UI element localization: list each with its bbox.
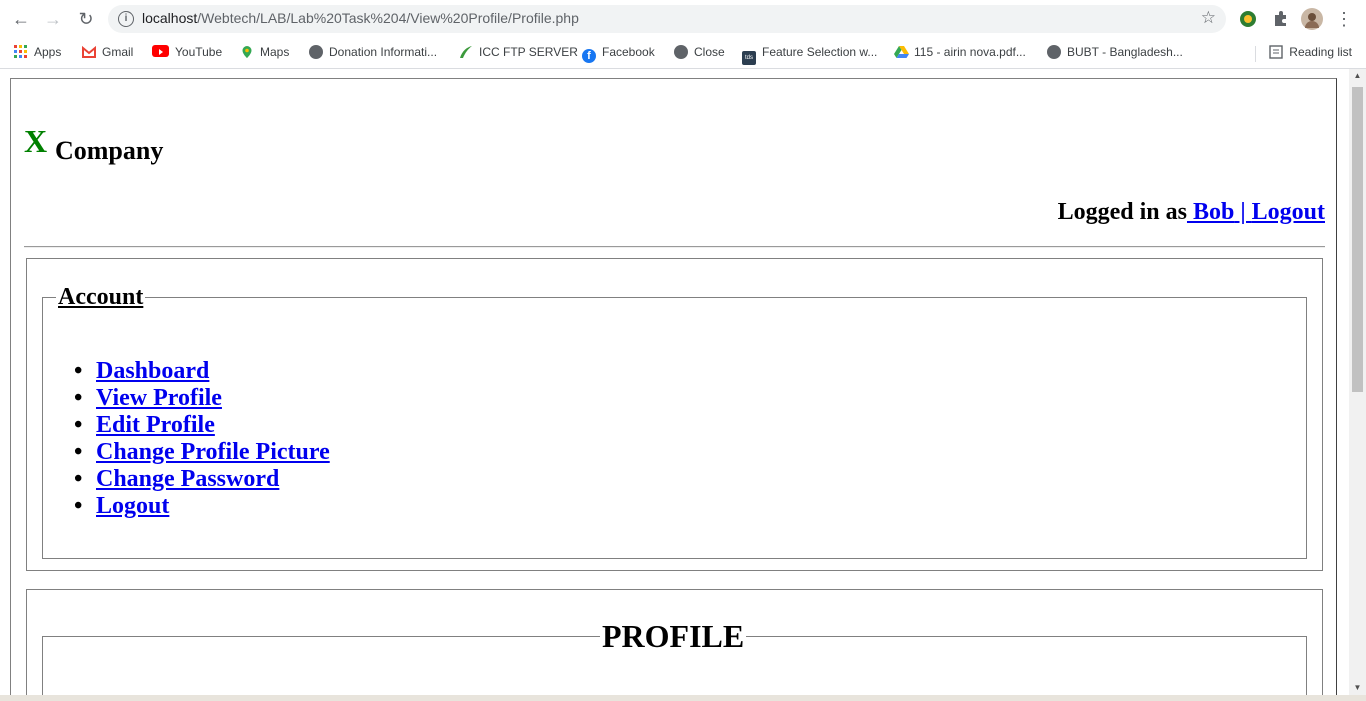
globe-icon — [309, 45, 323, 59]
logout-link[interactable]: Logout — [96, 493, 169, 519]
menu-item-dashboard: Dashboard — [74, 358, 330, 385]
reload-icon[interactable]: ↻ — [74, 8, 98, 30]
globe-icon — [674, 45, 688, 59]
menu-item-logout: Logout — [74, 493, 330, 520]
taskbar-edge — [0, 695, 1366, 701]
kebab-menu-icon[interactable]: ⋮ — [1332, 8, 1356, 30]
page-viewport: X Company Logged in as Bob | Logout Acco… — [0, 69, 1349, 695]
drive-icon — [894, 45, 909, 59]
bookmark-feature-selection[interactable]: tds Feature Selection w... — [742, 43, 877, 65]
account-legend: Account — [56, 284, 146, 311]
reading-list-button[interactable]: Reading list — [1269, 43, 1352, 61]
header-divider — [24, 246, 1325, 248]
menu-item-change-password: Change Password — [74, 466, 330, 493]
menu-item-view-profile: View Profile — [74, 385, 330, 412]
company-name: Company — [55, 136, 164, 165]
page-scrollbar[interactable]: ▲ ▼ — [1349, 69, 1366, 695]
bookmark-apps[interactable]: Apps — [14, 43, 61, 61]
bookmark-donation[interactable]: Donation Informati... — [309, 43, 437, 61]
profile-legend: PROFILE — [600, 618, 747, 655]
bookmark-facebook[interactable]: f Facebook — [582, 43, 655, 63]
youtube-icon — [152, 45, 169, 57]
dashboard-link[interactable]: Dashboard — [96, 358, 209, 384]
facebook-icon: f — [582, 49, 596, 63]
gmail-icon — [82, 45, 96, 59]
url-text[interactable]: localhost/Webtech/LAB/Lab%20Task%204/Vie… — [142, 10, 579, 26]
back-arrow-icon[interactable]: ← — [9, 8, 33, 30]
bookmark-close[interactable]: Close — [674, 43, 725, 61]
bookmark-youtube[interactable]: YouTube — [152, 43, 222, 61]
logo-letter: X — [24, 123, 48, 159]
bookmark-maps[interactable]: Maps — [240, 43, 289, 61]
ftp-leaf-icon — [459, 45, 473, 59]
bookmark-bubt[interactable]: BUBT - Bangladesh... — [1047, 43, 1183, 61]
bookmarks-bar: Apps Gmail YouTube Maps Donation Informa… — [0, 38, 1366, 69]
view-profile-link[interactable]: View Profile — [96, 385, 222, 411]
reading-list-icon — [1269, 45, 1283, 59]
apps-grid-icon — [14, 45, 28, 59]
bookmark-gmail[interactable]: Gmail — [82, 43, 133, 61]
bookmark-icc-ftp[interactable]: ICC FTP SERVER — [459, 43, 578, 61]
extension-globe-icon[interactable] — [1238, 9, 1258, 29]
scrollbar-thumb[interactable] — [1352, 87, 1363, 392]
maps-pin-icon — [240, 45, 254, 59]
menu-item-edit-profile: Edit Profile — [74, 412, 330, 439]
change-profile-picture-link[interactable]: Change Profile Picture — [96, 439, 330, 465]
bookmark-airin-nova-pdf[interactable]: 115 - airin nova.pdf... — [894, 43, 1026, 61]
user-link[interactable]: Bob | Logout — [1187, 199, 1325, 225]
bookmarks-divider — [1255, 46, 1256, 62]
scroll-up-arrow-icon[interactable]: ▲ — [1349, 69, 1366, 83]
bookmark-star-icon[interactable]: ☆ — [1201, 8, 1216, 28]
account-menu: Dashboard View Profile Edit Profile Chan… — [74, 358, 330, 520]
address-bar[interactable]: i localhost/Webtech/LAB/Lab%20Task%204/V… — [108, 5, 1226, 33]
site-info-icon[interactable]: i — [118, 11, 134, 27]
globe-icon — [1047, 45, 1061, 59]
tds-icon: tds — [742, 51, 756, 65]
edit-profile-link[interactable]: Edit Profile — [96, 412, 215, 438]
login-status: Logged in as Bob | Logout — [1058, 199, 1325, 226]
extensions-puzzle-icon[interactable] — [1270, 9, 1290, 29]
change-password-link[interactable]: Change Password — [96, 466, 279, 492]
forward-arrow-icon[interactable]: → — [41, 8, 65, 30]
logged-in-label: Logged in as — [1057, 199, 1187, 225]
profile-avatar[interactable] — [1301, 8, 1323, 30]
menu-item-change-picture: Change Profile Picture — [74, 439, 330, 466]
scroll-down-arrow-icon[interactable]: ▼ — [1349, 681, 1366, 695]
browser-toolbar: ← → ↻ i localhost/Webtech/LAB/Lab%20Task… — [0, 0, 1366, 38]
